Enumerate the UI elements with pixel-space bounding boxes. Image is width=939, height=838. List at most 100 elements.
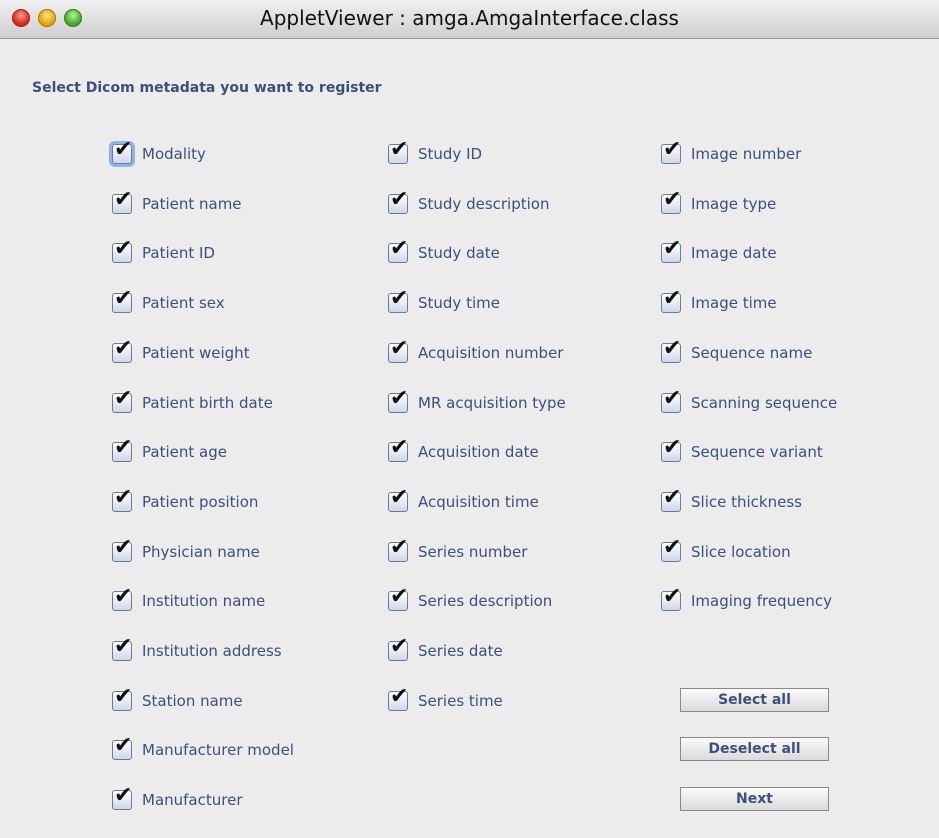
checkmark-icon: ✔ [114,137,133,162]
next-button[interactable]: Next [680,787,829,811]
checkbox-label: Image time [691,294,777,312]
checkbox-box[interactable]: ✔ [661,437,681,462]
metadata-checkbox[interactable]: ✔ Patient name [112,189,242,216]
checkbox-box[interactable]: ✔ [112,686,132,711]
checkbox-box[interactable]: ✔ [112,586,132,611]
checkbox-box[interactable]: ✔ [661,139,681,164]
metadata-checkbox[interactable]: ✔ Manufacturer model [112,735,294,762]
metadata-checkbox[interactable]: ✔ Imaging frequency [661,586,832,613]
checkbox-label: MR acquisition type [418,394,566,412]
checkbox-box[interactable]: ✔ [388,338,408,363]
metadata-checkbox[interactable]: ✔ Institution address [112,636,282,663]
metadata-checkbox[interactable]: ✔ Study date [388,238,500,265]
checkbox-box[interactable]: ✔ [112,388,132,413]
metadata-checkbox[interactable]: ✔ Image type [661,189,777,216]
checkbox-box[interactable]: ✔ [112,139,132,164]
checkmark-icon: ✔ [663,236,682,261]
checkbox-box[interactable]: ✔ [112,735,132,760]
checkbox-box[interactable]: ✔ [112,437,132,462]
checkbox-box[interactable]: ✔ [388,139,408,164]
checkbox-box[interactable]: ✔ [661,537,681,562]
checkbox-box[interactable]: ✔ [112,537,132,562]
metadata-checkbox[interactable]: ✔ Patient birth date [112,388,273,415]
checkbox-box[interactable]: ✔ [112,785,132,810]
metadata-checkbox[interactable]: ✔ Station name [112,686,243,713]
checkbox-box[interactable]: ✔ [388,388,408,413]
metadata-checkbox[interactable]: ✔ Patient sex [112,288,225,315]
metadata-checkbox[interactable]: ✔ Series number [388,537,527,564]
checkbox-box[interactable]: ✔ [112,338,132,363]
metadata-checkbox[interactable]: ✔ Scanning sequence [661,388,837,415]
checkbox-box[interactable]: ✔ [661,388,681,413]
checkbox-label: Patient position [142,493,259,511]
checkbox-label: Patient weight [142,344,250,362]
metadata-checkbox[interactable]: ✔ Image date [661,238,777,265]
checkmark-icon: ✔ [114,286,133,311]
metadata-checkbox[interactable]: ✔ Acquisition number [388,338,563,365]
metadata-checkbox[interactable]: ✔ Patient position [112,487,259,514]
checkmark-icon: ✔ [663,535,682,560]
metadata-checkbox[interactable]: ✔ MR acquisition type [388,388,566,415]
checkbox-box[interactable]: ✔ [661,338,681,363]
checkbox-label: Modality [142,145,206,163]
checkmark-icon: ✔ [114,485,133,510]
checkbox-box[interactable]: ✔ [388,586,408,611]
metadata-checkbox[interactable]: ✔ Series date [388,636,503,663]
metadata-checkbox[interactable]: ✔ Institution name [112,586,265,613]
metadata-checkbox[interactable]: ✔ Image time [661,288,777,315]
checkmark-icon: ✔ [663,137,682,162]
metadata-checkbox[interactable]: ✔ Acquisition time [388,487,539,514]
checkbox-box[interactable]: ✔ [661,586,681,611]
checkbox-box[interactable]: ✔ [388,288,408,313]
metadata-checkbox[interactable]: ✔ Study description [388,189,549,216]
checkmark-icon: ✔ [390,336,409,361]
metadata-checkbox[interactable]: ✔ Modality [112,139,206,166]
checkbox-box[interactable]: ✔ [661,238,681,263]
checkmark-icon: ✔ [663,435,682,460]
checkbox-box[interactable]: ✔ [388,238,408,263]
metadata-checkbox[interactable]: ✔ Study ID [388,139,482,166]
checkmark-icon: ✔ [114,733,133,758]
metadata-checkbox[interactable]: ✔ Physician name [112,537,260,564]
checkbox-box[interactable]: ✔ [388,437,408,462]
checkbox-label: Study time [418,294,500,312]
metadata-checkbox[interactable]: ✔ Series time [388,686,503,713]
metadata-checkbox[interactable]: ✔ Patient age [112,437,227,464]
metadata-checkbox[interactable]: ✔ Image number [661,139,802,166]
metadata-checkbox[interactable]: ✔ Patient ID [112,238,215,265]
checkbox-label: Manufacturer [142,791,243,809]
metadata-checkbox[interactable]: ✔ Slice location [661,537,791,564]
metadata-checkbox[interactable]: ✔ Patient weight [112,338,250,365]
metadata-checkbox[interactable]: ✔ Manufacturer [112,785,243,812]
metadata-checkbox[interactable]: ✔ Slice thickness [661,487,802,514]
checkmark-icon: ✔ [114,535,133,560]
checkbox-box[interactable]: ✔ [112,636,132,661]
checkmark-icon: ✔ [390,386,409,411]
checkmark-icon: ✔ [390,634,409,659]
checkbox-box[interactable]: ✔ [112,238,132,263]
checkbox-box[interactable]: ✔ [661,487,681,512]
checkbox-box[interactable]: ✔ [661,288,681,313]
checkbox-box[interactable]: ✔ [112,288,132,313]
checkbox-box[interactable]: ✔ [112,189,132,214]
checkbox-box[interactable]: ✔ [112,487,132,512]
checkbox-box[interactable]: ✔ [661,189,681,214]
metadata-checkbox[interactable]: ✔ Series description [388,586,552,613]
checkbox-label: Image type [691,195,777,213]
deselect-all-button[interactable]: Deselect all [680,737,829,761]
checkbox-box[interactable]: ✔ [388,537,408,562]
checkbox-box[interactable]: ✔ [388,189,408,214]
checkbox-box[interactable]: ✔ [388,487,408,512]
metadata-checkbox[interactable]: ✔ Acquisition date [388,437,539,464]
metadata-checkbox[interactable]: ✔ Study time [388,288,500,315]
checkmark-icon: ✔ [114,187,133,212]
checkbox-box[interactable]: ✔ [388,686,408,711]
metadata-checkbox[interactable]: ✔ Sequence variant [661,437,823,464]
select-all-button[interactable]: Select all [680,688,829,712]
checkbox-label: Image date [691,244,777,262]
checkmark-icon: ✔ [390,684,409,709]
checkbox-box[interactable]: ✔ [388,636,408,661]
metadata-checkbox[interactable]: ✔ Sequence name [661,338,812,365]
checkbox-label: Image number [691,145,802,163]
checkmark-icon: ✔ [114,435,133,460]
